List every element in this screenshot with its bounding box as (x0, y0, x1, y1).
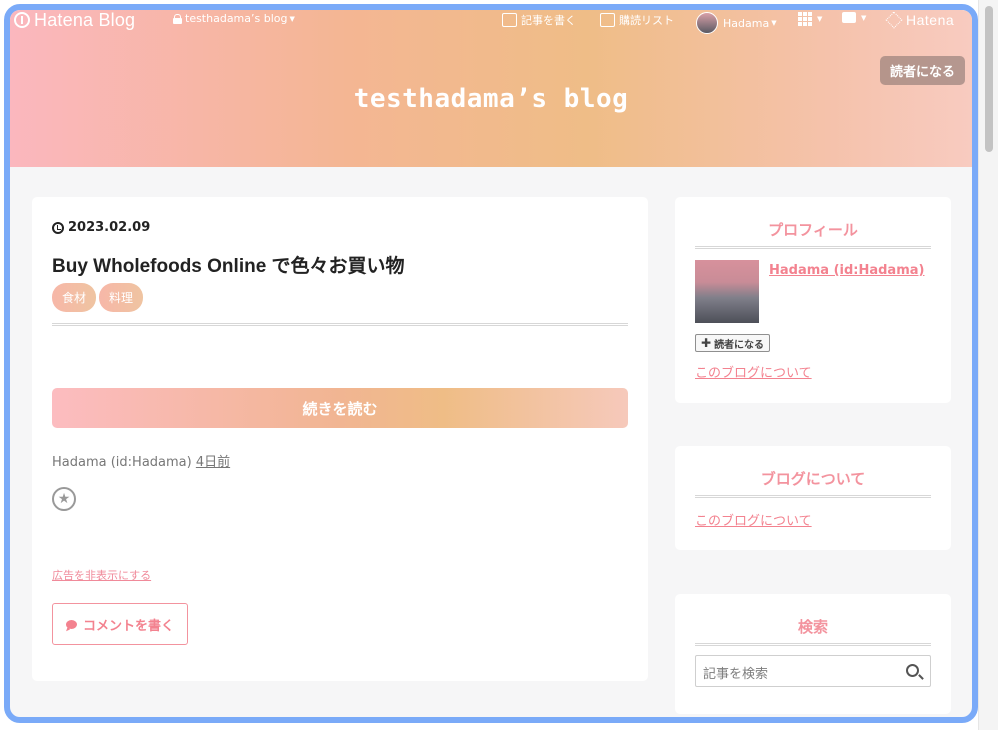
blog-header: Hatena Blog testhadama’s blog ▼ 記事を書く 購読… (10, 10, 972, 167)
write-comment-button[interactable]: コメントを書く (52, 603, 188, 645)
author-name: Hadama (id:Hadama) (52, 455, 192, 470)
divider (695, 643, 931, 646)
browser-window: Hatena Blog testhadama’s blog ▼ 記事を書く 購読… (4, 4, 978, 723)
profile-about-link[interactable]: このブログについて (695, 362, 812, 381)
read-more-button[interactable]: 続きを読む (52, 388, 628, 428)
search-input[interactable]: 記事を検索 (695, 655, 931, 687)
profile-widget: プロフィール Hadama (id:Hadama) ✚ 読者になる このブログに… (675, 197, 951, 403)
divider (695, 246, 931, 249)
blog-selector[interactable]: testhadama’s blog ▼ (173, 12, 295, 25)
tag-cooking[interactable]: 料理 (99, 283, 144, 312)
search-widget: 検索 記事を検索 (675, 594, 951, 714)
pencil-icon (502, 13, 517, 27)
user-name: Hadama (723, 16, 770, 30)
post-title[interactable]: Buy Wholefoods Online で色々お買い物 (52, 251, 405, 278)
post-date[interactable]: 2023.02.09 (52, 220, 150, 235)
mail-icon (600, 13, 615, 27)
add-star-icon[interactable]: ★ (52, 487, 76, 511)
divider (695, 495, 931, 498)
write-post-label: 記事を書く (521, 14, 576, 27)
profile-subscribe-label: 読者になる (714, 339, 765, 351)
profile-widget-title: プロフィール (768, 221, 858, 239)
chat-icon (842, 12, 856, 23)
about-widget: ブログについて このブログについて (675, 446, 951, 550)
caret-down-icon: ▼ (289, 14, 295, 23)
hatena-diamond-icon (885, 11, 903, 29)
hatena-blog-logo[interactable]: Hatena Blog (14, 10, 135, 30)
profile-subscribe-button[interactable]: ✚ 読者になる (695, 334, 771, 352)
search-widget-title: 検索 (797, 618, 828, 636)
profile-name-link[interactable]: Hadama (id:Hadama) (769, 263, 924, 278)
scrollbar-thumb[interactable] (985, 6, 993, 152)
write-comment-label: コメントを書く (82, 618, 174, 634)
grid-icon (798, 12, 812, 26)
caret-down-icon: ▼ (861, 13, 867, 22)
avatar (696, 12, 718, 34)
divider (52, 323, 628, 326)
notifications-menu[interactable]: ▼ (842, 12, 866, 23)
blog-title[interactable]: testhadama’s blog (10, 84, 972, 114)
about-blog-link[interactable]: このブログについて (695, 510, 812, 529)
screen: Hatena Blog testhadama’s blog ▼ 記事を書く 購読… (0, 0, 998, 730)
comment-bubble-icon (65, 619, 77, 629)
post-date-text: 2023.02.09 (68, 220, 151, 235)
time-ago-link[interactable]: 4日前 (196, 455, 230, 470)
hatena-link[interactable]: Hatena (885, 11, 955, 29)
plus-icon: ✚ (701, 336, 712, 350)
scrollbar[interactable] (978, 0, 998, 730)
reading-list-label: 購読リスト (619, 14, 674, 27)
caret-down-icon: ▼ (817, 15, 823, 23)
blog-selector-label: testhadama’s blog (185, 12, 288, 25)
tag-food[interactable]: 食材 (52, 283, 97, 312)
tag-list: 食材 料理 (52, 283, 144, 312)
clock-icon (52, 221, 64, 234)
hide-ads-link[interactable]: 広告を非表示にする (52, 567, 151, 583)
profile-image[interactable] (695, 260, 759, 323)
write-post-button[interactable]: 記事を書く (502, 12, 576, 28)
author-line: Hadama (id:Hadama) 4日前 (52, 451, 230, 470)
hatena-logo-icon (14, 12, 30, 28)
reading-list-button[interactable]: 購読リスト (600, 12, 674, 28)
subscribe-button[interactable]: 読者になる (880, 56, 965, 85)
lock-icon (173, 14, 182, 24)
search-placeholder: 記事を検索 (703, 667, 769, 682)
hatena-link-label: Hatena (906, 12, 955, 28)
user-menu[interactable]: Hadama ▼ (696, 12, 777, 34)
caret-down-icon: ▼ (771, 19, 777, 27)
article-card: 2023.02.09 Buy Wholefoods Online で色々お買い物… (32, 197, 648, 681)
hatena-toolbar: Hatena Blog testhadama’s blog ▼ 記事を書く 購読… (10, 10, 972, 34)
search-icon[interactable] (906, 664, 919, 677)
about-widget-title: ブログについて (760, 470, 866, 488)
hatena-logo-text: Hatena Blog (34, 9, 136, 30)
services-menu[interactable]: ▼ (798, 12, 822, 26)
